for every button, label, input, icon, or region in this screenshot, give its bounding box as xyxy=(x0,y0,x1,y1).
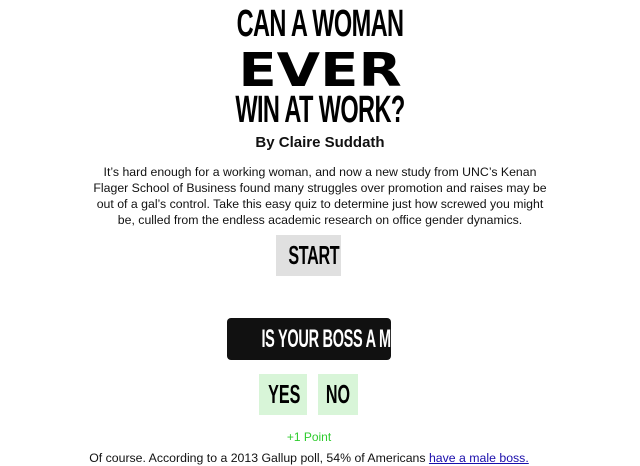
male-boss-link[interactable]: have a male boss. xyxy=(429,451,529,465)
no-button-label: NO xyxy=(325,379,351,409)
intro-paragraph: It’s hard enough for a working woman, an… xyxy=(93,165,547,227)
points-indicator: +1 Point xyxy=(286,430,332,444)
no-button[interactable]: NO xyxy=(318,374,358,415)
yes-button[interactable]: YES xyxy=(259,374,307,415)
explanation-body: Of course. According to a 2013 Gallup po… xyxy=(89,451,429,465)
start-button-label: START xyxy=(288,240,340,270)
start-button[interactable]: START xyxy=(276,235,341,276)
question-banner: IS YOUR BOSS A MAN? xyxy=(227,318,391,360)
title-line-1: CAN A WOMAN xyxy=(236,3,404,45)
byline: By Claire Suddath xyxy=(255,134,385,151)
title-line-3: WIN AT WORK? xyxy=(235,89,405,131)
title-line-2: EVER xyxy=(238,43,402,97)
question-text: IS YOUR BOSS A MAN? xyxy=(261,325,391,353)
explanation-text: Of course. According to a 2013 Gallup po… xyxy=(0,450,618,466)
yes-button-label: YES xyxy=(268,379,301,409)
